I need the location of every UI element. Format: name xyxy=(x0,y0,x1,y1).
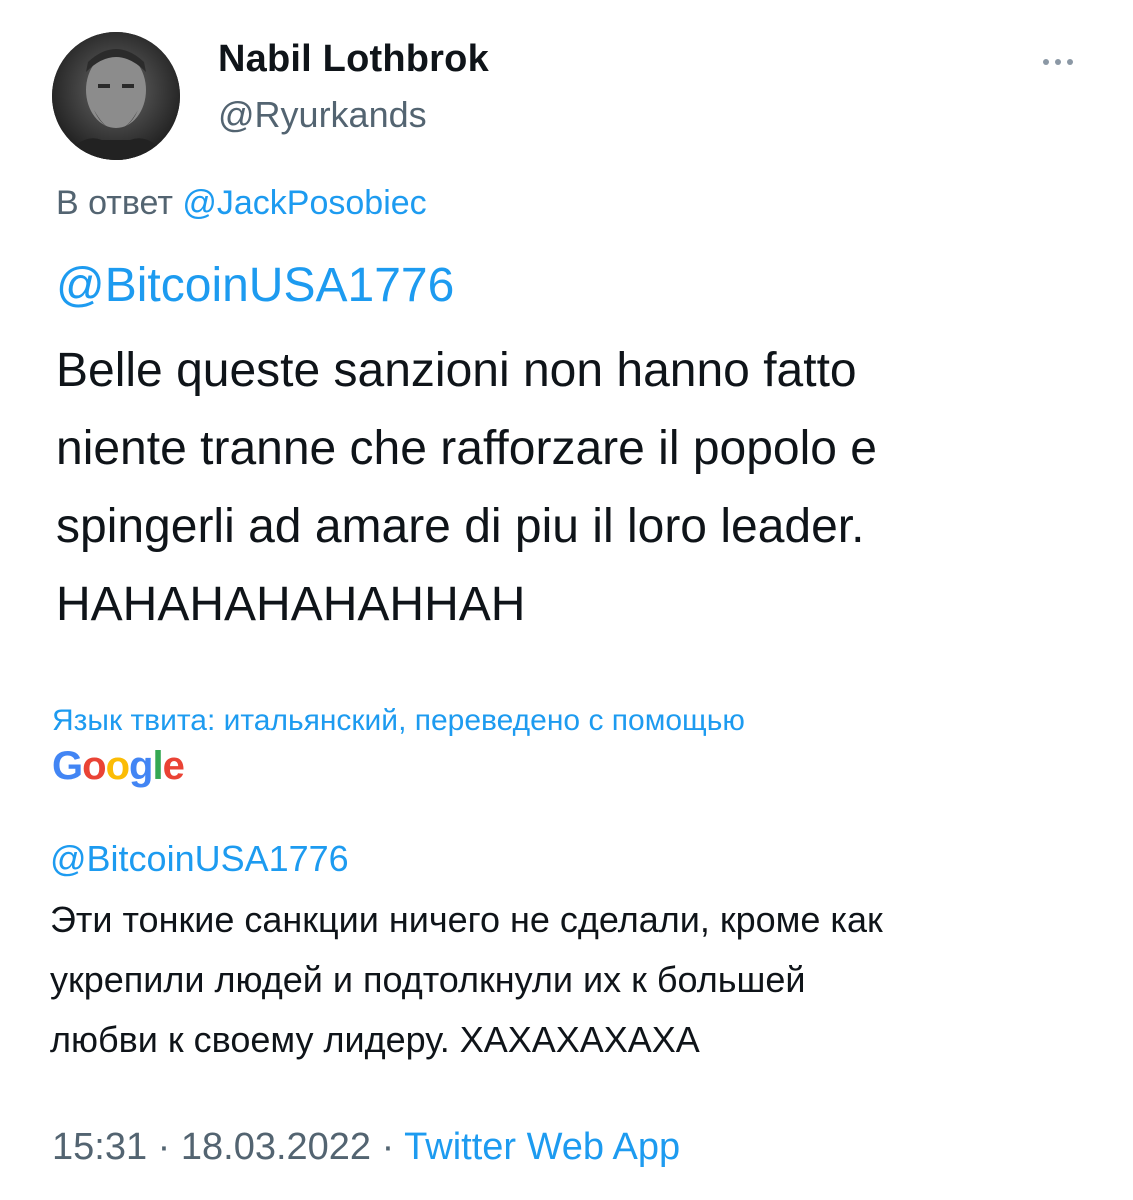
tweet-source-app[interactable]: Twitter Web App xyxy=(404,1126,680,1168)
tweet-text-line: niente tranne che rafforzare il popolo e xyxy=(56,422,877,475)
avatar[interactable] xyxy=(52,32,180,160)
tweet-mention-link[interactable]: @BitcoinUSA1776 xyxy=(56,258,454,313)
translation-note[interactable]: Язык твита: итальянский, переведено с по… xyxy=(52,704,745,738)
display-name[interactable]: Nabil Lothbrok xyxy=(218,38,489,81)
more-dots-icon[interactable] xyxy=(1030,50,1086,74)
user-handle[interactable]: @Ryurkands xyxy=(218,94,427,136)
tweet-text-line: Belle queste sanzioni non hanno fatto xyxy=(56,344,857,397)
tweet-date[interactable]: 18.03.2022 xyxy=(181,1126,371,1168)
translated-mention-link[interactable]: @BitcoinUSA1776 xyxy=(50,838,349,880)
reply-context: В ответ @JackPosobiec xyxy=(56,184,427,223)
dot xyxy=(1043,59,1049,65)
google-logo: Google xyxy=(52,744,185,788)
tweet-time[interactable]: 15:31 xyxy=(52,1126,147,1168)
tweet-meta: 15:31 · 18.03.2022 · Twitter Web App xyxy=(52,1126,680,1169)
tweet-text: Belle queste sanzioni non hanno fatto ni… xyxy=(56,332,1096,644)
meta-separator: · xyxy=(371,1126,405,1168)
dot xyxy=(1067,59,1073,65)
meta-separator: · xyxy=(147,1126,181,1168)
reply-to-link[interactable]: @JackPosobiec xyxy=(182,184,426,222)
tweet-text-line: spingerli ad amare di piu il loro leader… xyxy=(56,500,865,553)
dot xyxy=(1055,59,1061,65)
translated-text: Эти тонкие санкции ничего не сделали, кр… xyxy=(50,890,1100,1070)
translated-text-line: Эти тонкие санкции ничего не сделали, кр… xyxy=(50,899,883,940)
reply-prefix: В ответ xyxy=(56,184,173,222)
tweet-text-line: HAHAHAHAHAHHAH xyxy=(56,578,526,631)
translated-text-line: укрепили людей и подтолкнули их к больше… xyxy=(50,959,806,1000)
translated-text-line: любви к своему лидеру. ХАХАХАХАХА xyxy=(50,1019,700,1060)
avatar-image xyxy=(52,32,180,160)
